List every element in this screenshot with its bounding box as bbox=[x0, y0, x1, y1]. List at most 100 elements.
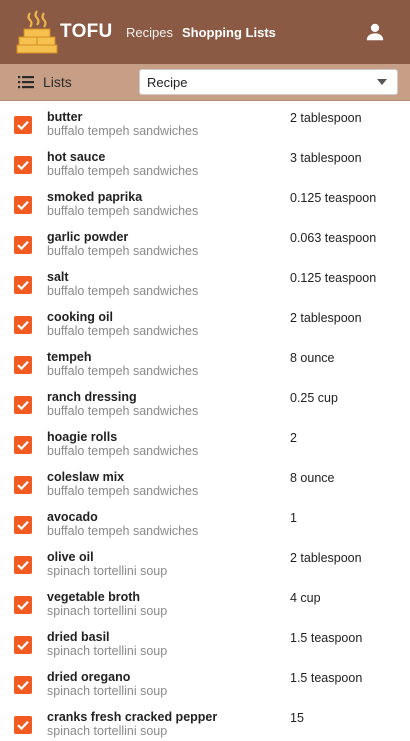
check-icon bbox=[17, 440, 29, 451]
list-item[interactable]: vegetable broth spinach tortellini soup 4 … bbox=[0, 581, 410, 621]
checkbox[interactable] bbox=[14, 156, 32, 174]
item-quantity: 2 tablespoon bbox=[290, 551, 362, 565]
list-item[interactable]: olive oil spinach tortellini soup 2 tables… bbox=[0, 541, 410, 581]
list-item[interactable]: coleslaw mix buffalo tempeh sandwiches 8 o… bbox=[0, 461, 410, 501]
item-quantity: 4 cup bbox=[290, 591, 321, 605]
item-recipe: spinach tortellini soup bbox=[47, 684, 168, 698]
item-quantity: 0.125 teaspoon bbox=[290, 271, 377, 285]
brand-title[interactable]: TOFU bbox=[60, 21, 113, 43]
item-recipe: buffalo tempeh sandwiches bbox=[47, 524, 199, 538]
chevron-down-icon bbox=[377, 79, 387, 85]
item-quantity: 0.125 teaspoon bbox=[290, 191, 377, 205]
checkbox[interactable] bbox=[14, 276, 32, 294]
item-recipe: buffalo tempeh sandwiches bbox=[47, 484, 199, 498]
check-icon bbox=[17, 520, 29, 531]
item-quantity: 2 tablespoon bbox=[290, 111, 362, 125]
item-recipe: buffalo tempeh sandwiches bbox=[47, 204, 199, 218]
item-recipe: buffalo tempeh sandwiches bbox=[47, 324, 199, 338]
list-item[interactable]: tempeh buffalo tempeh sandwiches 8 ounce bbox=[0, 341, 410, 381]
checkbox[interactable] bbox=[14, 516, 32, 534]
item-name: ranch dressing bbox=[47, 390, 137, 404]
list-item[interactable]: ranch dressing buffalo tempeh sandwiches 0… bbox=[0, 381, 410, 421]
nav-recipes[interactable]: Recipes bbox=[126, 25, 173, 40]
item-recipe: spinach tortellini soup bbox=[47, 604, 168, 618]
list-item[interactable]: garlic powder buffalo tempeh sandwiches 0.… bbox=[0, 221, 410, 261]
list-item[interactable]: dried basil spinach tortellini soup 1.5 te… bbox=[0, 621, 410, 661]
lists-toggle-button[interactable]: Lists bbox=[16, 72, 72, 92]
tofu-logo[interactable] bbox=[16, 10, 58, 54]
checkbox[interactable] bbox=[14, 116, 32, 134]
checkbox[interactable] bbox=[14, 716, 32, 734]
item-name: vegetable broth bbox=[47, 590, 141, 604]
checkbox[interactable] bbox=[14, 396, 32, 414]
checkbox[interactable] bbox=[14, 436, 32, 454]
check-icon bbox=[17, 320, 29, 331]
shopping-list: butter buffalo tempeh sandwiches 2 tablesp… bbox=[0, 101, 410, 741]
checkbox[interactable] bbox=[14, 476, 32, 494]
checkbox[interactable] bbox=[14, 556, 32, 574]
list-item[interactable]: cranks fresh cracked pepper spinach torte… bbox=[0, 701, 410, 741]
item-recipe: buffalo tempeh sandwiches bbox=[47, 124, 199, 138]
check-icon bbox=[17, 120, 29, 131]
item-name: butter bbox=[47, 110, 83, 124]
item-name: olive oil bbox=[47, 550, 94, 564]
group-by-select[interactable]: Recipe bbox=[139, 69, 398, 95]
checkbox[interactable] bbox=[14, 676, 32, 694]
item-quantity: 8 ounce bbox=[290, 471, 335, 485]
item-name: coleslaw mix bbox=[47, 470, 125, 484]
checkbox[interactable] bbox=[14, 236, 32, 254]
item-recipe: buffalo tempeh sandwiches bbox=[47, 284, 199, 298]
item-name: dried basil bbox=[47, 630, 110, 644]
app-bar: TOFU Recipes Shopping Lists bbox=[0, 0, 410, 64]
item-quantity: 15 bbox=[290, 711, 304, 725]
item-quantity: 0.25 cup bbox=[290, 391, 338, 405]
item-recipe: spinach tortellini soup bbox=[47, 564, 168, 578]
checkbox[interactable] bbox=[14, 636, 32, 654]
check-icon bbox=[17, 360, 29, 371]
item-name: hoagie rolls bbox=[47, 430, 118, 444]
item-quantity: 3 tablespoon bbox=[290, 151, 362, 165]
check-icon bbox=[17, 160, 29, 171]
account-icon[interactable] bbox=[364, 21, 386, 43]
toolbar: Lists Recipe bbox=[0, 64, 410, 101]
nav-shopping-lists[interactable]: Shopping Lists bbox=[182, 25, 276, 40]
check-icon bbox=[17, 600, 29, 611]
select-value: Recipe bbox=[147, 74, 188, 90]
item-name: cooking oil bbox=[47, 310, 113, 324]
item-recipe: buffalo tempeh sandwiches bbox=[47, 444, 199, 458]
item-name: salt bbox=[47, 270, 69, 284]
item-name: tempeh bbox=[47, 350, 92, 364]
check-icon bbox=[17, 280, 29, 291]
checkbox[interactable] bbox=[14, 596, 32, 614]
check-icon bbox=[17, 480, 29, 491]
list-item[interactable]: hoagie rolls buffalo tempeh sandwiches 2 bbox=[0, 421, 410, 461]
item-name: garlic powder bbox=[47, 230, 129, 244]
item-quantity: 1.5 teaspoon bbox=[290, 631, 363, 645]
item-recipe: buffalo tempeh sandwiches bbox=[47, 364, 199, 378]
checkbox[interactable] bbox=[14, 356, 32, 374]
list-item[interactable]: dried oregano spinach tortellini soup 1.5 … bbox=[0, 661, 410, 701]
item-recipe: buffalo tempeh sandwiches bbox=[47, 404, 199, 418]
item-quantity: 1 bbox=[290, 511, 297, 525]
checkbox[interactable] bbox=[14, 196, 32, 214]
lists-label: Lists bbox=[43, 74, 72, 90]
item-name: smoked paprika bbox=[47, 190, 143, 204]
check-icon bbox=[17, 240, 29, 251]
checkbox[interactable] bbox=[14, 316, 32, 334]
item-name: avocado bbox=[47, 510, 98, 524]
list-item[interactable]: avocado buffalo tempeh sandwiches 1 bbox=[0, 501, 410, 541]
list-item[interactable]: butter buffalo tempeh sandwiches 2 tablesp… bbox=[0, 101, 410, 141]
check-icon bbox=[17, 680, 29, 691]
check-icon bbox=[17, 640, 29, 651]
check-icon bbox=[17, 560, 29, 571]
item-name: hot sauce bbox=[47, 150, 106, 164]
list-item[interactable]: hot sauce buffalo tempeh sandwiches 3 tabl… bbox=[0, 141, 410, 181]
check-icon bbox=[17, 200, 29, 211]
list-icon bbox=[18, 76, 34, 89]
item-name: cranks fresh cracked pepper bbox=[47, 710, 218, 724]
item-quantity: 1.5 teaspoon bbox=[290, 671, 363, 685]
list-item[interactable]: cooking oil buffalo tempeh sandwiches 2 ta… bbox=[0, 301, 410, 341]
list-item[interactable]: smoked paprika buffalo tempeh sandwiches 0… bbox=[0, 181, 410, 221]
list-item[interactable]: salt buffalo tempeh sandwiches 0.125 teasp… bbox=[0, 261, 410, 301]
item-recipe: spinach tortellini soup bbox=[47, 644, 168, 658]
